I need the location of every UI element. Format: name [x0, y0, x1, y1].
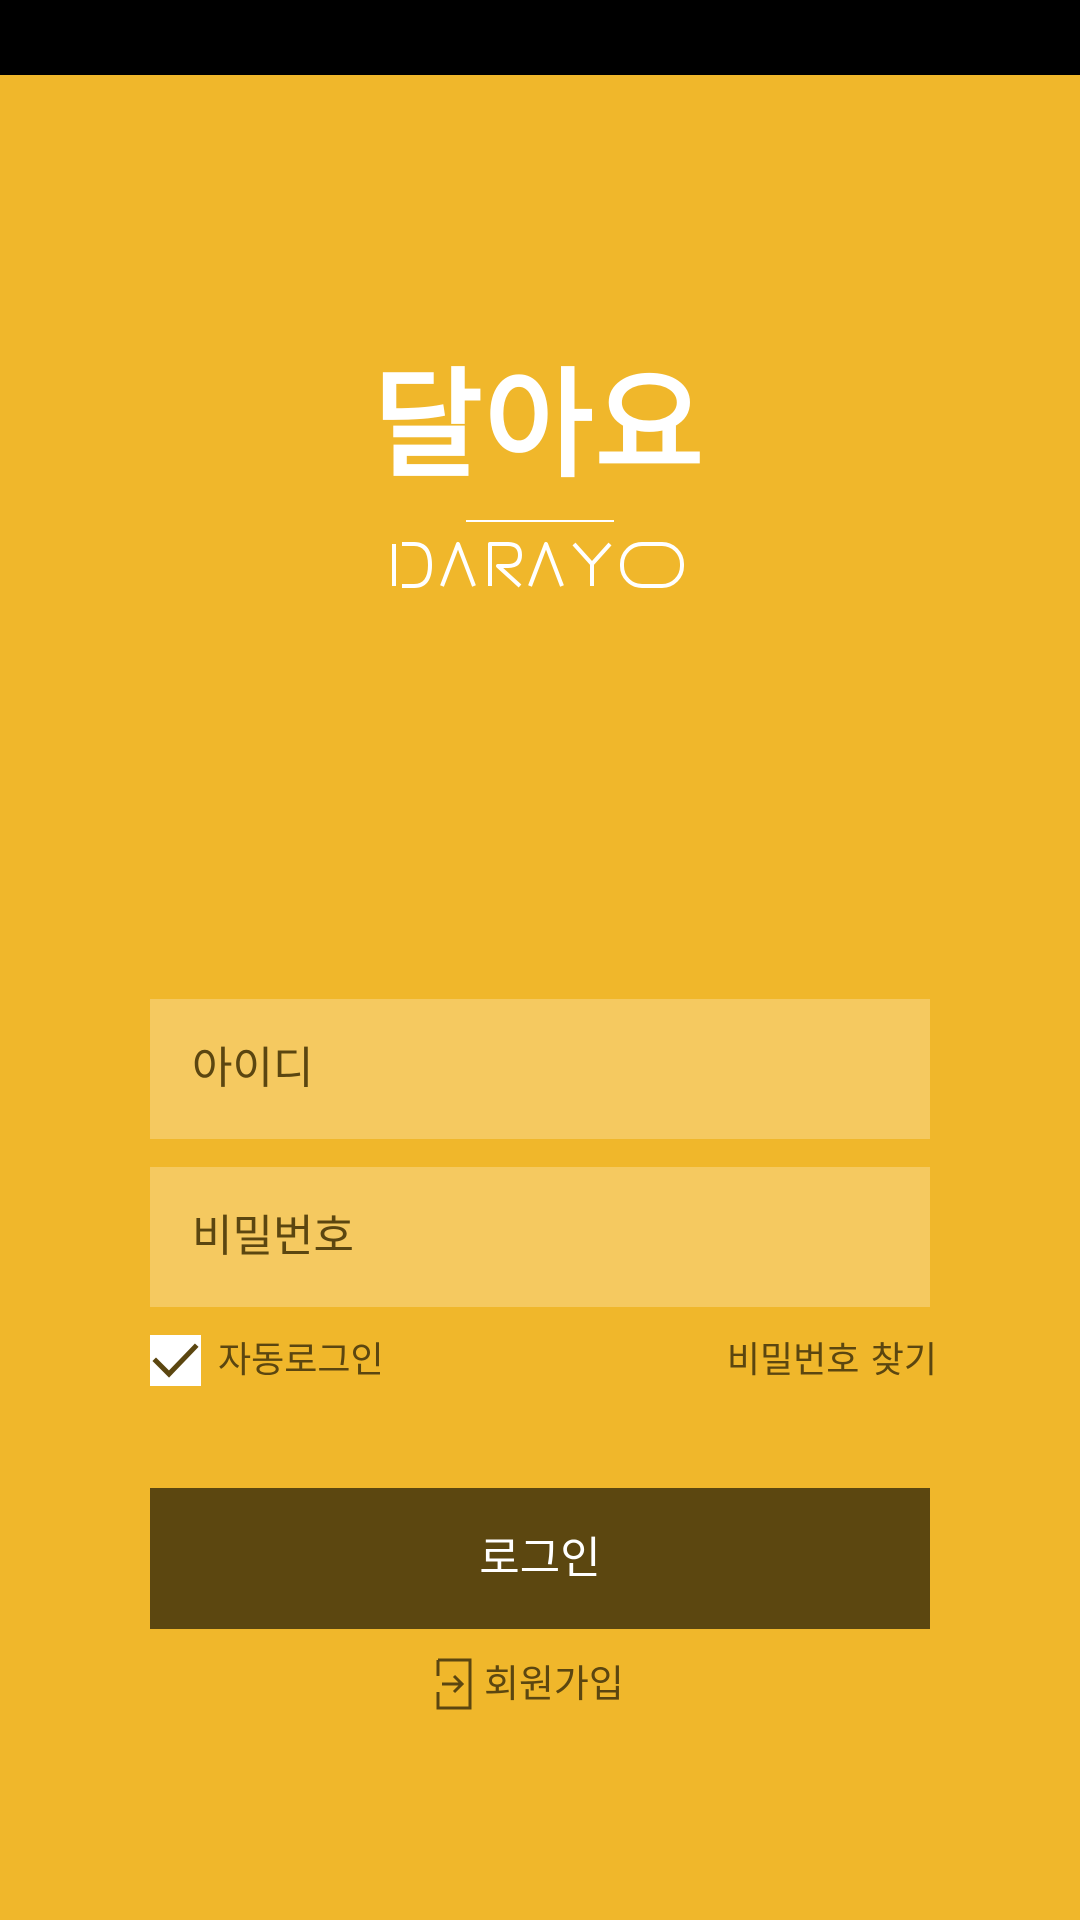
auto-login-label[interactable]: 자동로그인 — [218, 1335, 384, 1386]
status-bar — [0, 0, 1080, 75]
auto-login-checkbox[interactable] — [150, 1335, 201, 1386]
id-input[interactable]: 아이디 — [150, 999, 930, 1139]
logo-divider — [466, 520, 614, 522]
login-button[interactable]: 로그인 — [150, 1488, 930, 1629]
app-logo-korean: 달아요 — [374, 356, 706, 494]
id-input-placeholder: 아이디 — [192, 1043, 314, 1094]
signup-link[interactable]: 회원가입 — [436, 1658, 656, 1710]
sign-in-arrow-icon — [436, 1658, 472, 1710]
checkmark-icon — [152, 1343, 199, 1378]
password-input-placeholder: 비밀번호 — [192, 1211, 354, 1262]
signup-label: 회원가입 — [484, 1662, 624, 1706]
login-screen — [0, 75, 1080, 1920]
find-password-link[interactable]: 비밀번호 찾기 — [727, 1335, 937, 1386]
app-logo-english — [392, 542, 684, 588]
login-button-label: 로그인 — [479, 1533, 601, 1584]
password-input[interactable]: 비밀번호 — [150, 1167, 930, 1307]
